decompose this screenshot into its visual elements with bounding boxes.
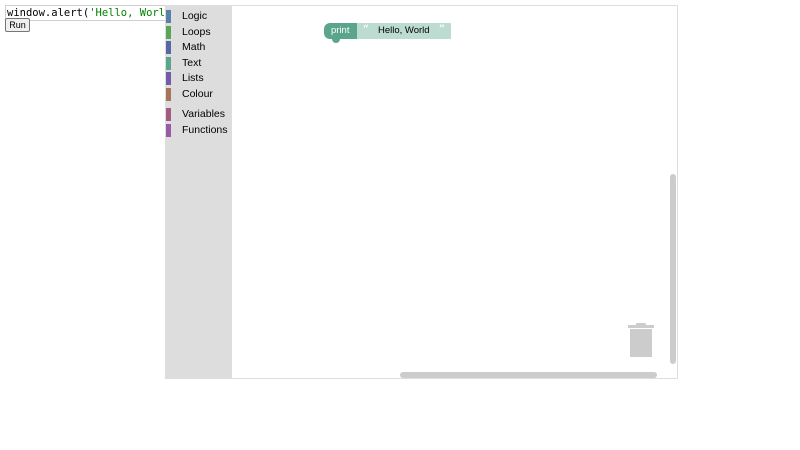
text-block-field[interactable]: Hello, World xyxy=(375,25,433,37)
category-label: Logic xyxy=(182,10,208,22)
open-quote-icon: “ xyxy=(363,24,369,35)
toolbox-category-text[interactable]: Text xyxy=(166,56,232,72)
category-color-swatch xyxy=(166,87,171,101)
toolbox-category-loops[interactable]: Loops xyxy=(166,25,232,41)
category-label: Functions xyxy=(182,123,228,136)
close-quote-icon: ” xyxy=(439,24,445,35)
code-string: 'Hello, World' xyxy=(89,7,166,19)
category-color-swatch xyxy=(166,108,171,121)
category-color-swatch xyxy=(166,123,171,137)
horizontal-scrollbar[interactable] xyxy=(400,372,657,378)
category-color-swatch xyxy=(166,10,171,23)
category-label: Lists xyxy=(182,72,204,84)
toolbox-category-logic[interactable]: Logic xyxy=(166,9,232,25)
print-block-label: print xyxy=(331,25,350,36)
category-color-swatch xyxy=(166,72,171,85)
category-color-swatch xyxy=(166,41,171,54)
toolbox-category-math[interactable]: Math xyxy=(166,40,232,56)
block-connector xyxy=(332,38,340,43)
trash-can-icon[interactable] xyxy=(628,323,654,359)
category-label: Loops xyxy=(182,25,211,38)
category-color-swatch xyxy=(166,25,171,39)
toolbox: Logic Loops Math Text Lists Colour Varia… xyxy=(166,6,232,378)
blockly-workspace[interactable]: Logic Loops Math Text Lists Colour Varia… xyxy=(165,5,678,379)
category-label: Variables xyxy=(182,108,225,120)
text-block[interactable]: “ Hello, World ” xyxy=(357,23,451,39)
toolbox-category-variables[interactable]: Variables xyxy=(166,107,232,123)
print-block[interactable]: print xyxy=(324,23,361,43)
vertical-scrollbar[interactable] xyxy=(670,174,676,364)
workspace-canvas[interactable]: print “ Hello, World ” xyxy=(232,6,677,378)
category-label: Math xyxy=(182,41,206,53)
toolbox-category-colour[interactable]: Colour xyxy=(166,87,232,103)
toolbox-category-functions[interactable]: Functions xyxy=(166,123,232,139)
run-button[interactable]: Run xyxy=(5,18,30,32)
category-label: Colour xyxy=(182,87,213,100)
category-label: Text xyxy=(182,56,202,69)
category-color-swatch xyxy=(166,56,171,70)
toolbox-category-lists[interactable]: Lists xyxy=(166,71,232,87)
